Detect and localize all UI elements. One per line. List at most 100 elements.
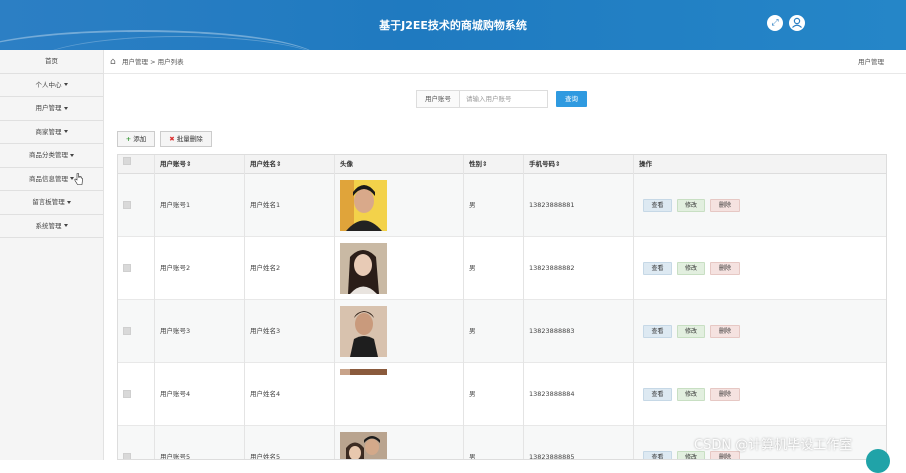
view-button[interactable]: 查看 bbox=[643, 388, 672, 401]
sidebar-item-label: 商品信息管理 bbox=[29, 174, 68, 183]
sidebar-item-product-management[interactable]: 商品信息管理 bbox=[0, 168, 103, 191]
sidebar-item-home[interactable]: 首页 bbox=[0, 50, 103, 74]
cell-account: 用户账号2 bbox=[160, 264, 191, 272]
delete-button[interactable]: 删除 bbox=[710, 388, 740, 401]
edit-button[interactable]: 修改 bbox=[677, 199, 705, 212]
cell-name: 用户姓名5 bbox=[250, 453, 281, 460]
delete-button[interactable]: 删除 bbox=[710, 262, 740, 275]
cell-name: 用户姓名1 bbox=[250, 201, 281, 209]
floating-action-button[interactable] bbox=[866, 449, 890, 473]
caret-down-icon bbox=[63, 83, 68, 86]
avatar bbox=[340, 306, 387, 357]
close-icon: ✖ bbox=[169, 135, 175, 143]
view-button[interactable]: 查看 bbox=[643, 325, 672, 338]
add-button-label: 添加 bbox=[133, 135, 147, 143]
user-icon[interactable] bbox=[789, 15, 805, 31]
sidebar-item-category-management[interactable]: 商品分类管理 bbox=[0, 144, 103, 168]
cell-gender: 男 bbox=[469, 390, 476, 398]
caret-down-icon bbox=[63, 224, 68, 227]
sidebar-item-label: 留言板管理 bbox=[32, 198, 65, 206]
cell-phone: 13823888885 bbox=[529, 453, 575, 460]
row-checkbox[interactable] bbox=[123, 390, 131, 398]
caret-down-icon bbox=[70, 153, 74, 157]
breadcrumb-path: 用户管理 > 用户列表 bbox=[122, 58, 184, 66]
row-checkbox[interactable] bbox=[123, 264, 131, 272]
column-divider bbox=[523, 155, 524, 459]
avatar bbox=[340, 243, 387, 294]
breadcrumb: ⌂ 用户管理 > 用户列表 用户管理 bbox=[104, 50, 906, 74]
cell-gender: 男 bbox=[469, 201, 476, 209]
top-header: 基于J2EE技术的商城购物系统 ⤢ bbox=[0, 0, 906, 50]
plus-icon: + bbox=[125, 135, 132, 143]
sidebar-item-label: 用户管理 bbox=[35, 104, 62, 112]
add-button[interactable]: + 添加 bbox=[117, 131, 155, 147]
avatar bbox=[340, 369, 387, 375]
home-icon[interactable]: ⌂ bbox=[110, 50, 116, 74]
select-all-checkbox[interactable] bbox=[123, 157, 131, 165]
sidebar-item-system-management[interactable]: 系统管理 bbox=[0, 215, 103, 238]
breadcrumb-current-section: 用户管理 bbox=[858, 58, 884, 66]
column-header-name[interactable]: 用户姓名⇕ bbox=[250, 155, 281, 174]
cell-account: 用户账号4 bbox=[160, 390, 191, 398]
hand-cursor-icon bbox=[74, 172, 83, 185]
table-row: 用户账号3 用户姓名3 男 13823888883 查看 修改 删除 bbox=[118, 300, 886, 363]
table-row: 用户账号4 用户姓名4 男 13823888884 查看 修改 删除 bbox=[118, 363, 886, 426]
caret-down-icon bbox=[63, 106, 68, 110]
delete-button[interactable]: 删除 bbox=[710, 325, 740, 338]
edit-button[interactable]: 修改 bbox=[677, 262, 705, 275]
sidebar-item-label: 商品分类管理 bbox=[29, 151, 68, 159]
avatar bbox=[340, 432, 387, 459]
column-divider bbox=[244, 155, 245, 459]
sidebar-item-merchant-management[interactable]: 商家管理 bbox=[0, 121, 103, 144]
sidebar-item-message-board[interactable]: 留言板管理 bbox=[0, 191, 103, 215]
sidebar: 首页 个人中心 用户管理 商家管理 商品分类管理 商品信息管理 留言板管理 系统… bbox=[0, 50, 104, 460]
batch-delete-label: 批量删除 bbox=[176, 135, 203, 143]
sidebar-item-label: 系统管理 bbox=[35, 221, 62, 230]
column-header-actions: 操作 bbox=[639, 160, 652, 168]
cell-account: 用户账号3 bbox=[160, 327, 191, 335]
cell-name: 用户姓名2 bbox=[250, 264, 281, 272]
avatar bbox=[340, 180, 387, 231]
view-button[interactable]: 查看 bbox=[643, 199, 672, 212]
search-label: 用户账号 bbox=[416, 90, 460, 108]
fullscreen-icon[interactable]: ⤢ bbox=[767, 15, 783, 31]
sort-icon: ⇕ bbox=[276, 160, 282, 168]
cell-phone: 13823888882 bbox=[529, 264, 575, 272]
batch-delete-button[interactable]: ✖ 批量删除 bbox=[160, 131, 212, 147]
sort-icon: ⇕ bbox=[555, 160, 561, 168]
edit-button[interactable]: 修改 bbox=[677, 388, 705, 401]
view-button[interactable]: 查看 bbox=[643, 262, 672, 275]
table-row: 用户账号1 用户姓名1 男 13823888881 查看 修改 删除 bbox=[118, 174, 886, 237]
sort-icon: ⇕ bbox=[186, 160, 192, 168]
cell-gender: 男 bbox=[469, 453, 476, 460]
column-divider bbox=[154, 155, 155, 459]
sidebar-item-user-management[interactable]: 用户管理 bbox=[0, 97, 103, 121]
column-header-account[interactable]: 用户账号⇕ bbox=[160, 155, 191, 174]
row-checkbox[interactable] bbox=[123, 453, 131, 459]
column-divider bbox=[334, 155, 335, 459]
row-checkbox[interactable] bbox=[123, 201, 131, 209]
sidebar-item-label: 个人中心 bbox=[35, 80, 62, 89]
column-header-phone[interactable]: 手机号码⇕ bbox=[529, 155, 560, 174]
column-header-gender[interactable]: 性别⇕ bbox=[469, 155, 487, 174]
cell-name: 用户姓名3 bbox=[250, 327, 281, 335]
cell-account: 用户账号1 bbox=[160, 201, 191, 209]
cell-gender: 男 bbox=[469, 264, 476, 272]
table-header: 用户账号⇕ 用户姓名⇕ 头像 性别⇕ 手机号码⇕ 操作 bbox=[118, 155, 886, 174]
cell-phone: 13823888881 bbox=[529, 201, 575, 209]
search-input[interactable]: 请输入用户账号 bbox=[460, 90, 548, 108]
column-header-avatar: 头像 bbox=[340, 160, 353, 168]
edit-button[interactable]: 修改 bbox=[677, 325, 705, 338]
query-button[interactable]: 查询 bbox=[556, 91, 587, 107]
sidebar-item-label: 首页 bbox=[45, 57, 58, 65]
cell-name: 用户姓名4 bbox=[250, 390, 281, 398]
sidebar-item-personal-center[interactable]: 个人中心 bbox=[0, 74, 103, 97]
delete-button[interactable]: 删除 bbox=[710, 199, 740, 212]
view-button[interactable]: 查看 bbox=[643, 451, 672, 459]
user-glyph-icon bbox=[792, 17, 802, 28]
column-divider bbox=[463, 155, 464, 459]
row-checkbox[interactable] bbox=[123, 327, 131, 335]
user-table: 用户账号⇕ 用户姓名⇕ 头像 性别⇕ 手机号码⇕ 操作 用户账号1 用户姓名1 … bbox=[117, 154, 887, 460]
cell-account: 用户账号5 bbox=[160, 453, 191, 460]
watermark: CSDN @计算机毕设工作室 bbox=[694, 438, 853, 453]
